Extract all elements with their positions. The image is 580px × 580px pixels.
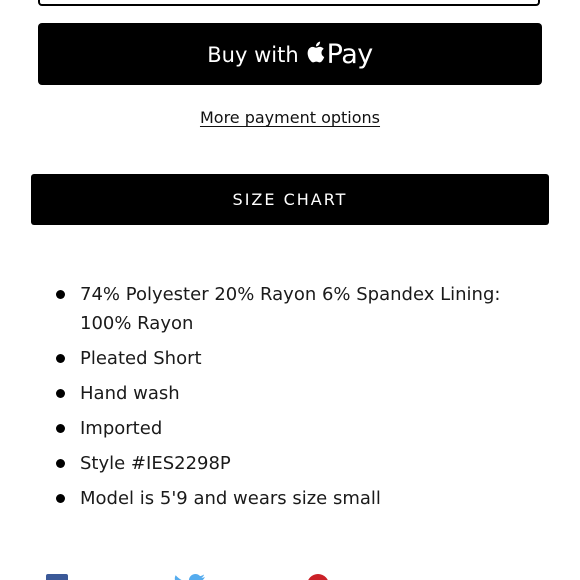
- feature-item: Hand wash: [56, 379, 526, 408]
- product-feature-list: 74% Polyester 20% Rayon 6% Spandex Linin…: [56, 280, 526, 519]
- feature-item: Pleated Short: [56, 344, 526, 373]
- apple-pay-brand-label: Pay: [326, 38, 374, 70]
- apple-logo-icon: [305, 40, 325, 64]
- more-payment-options-link[interactable]: More payment options: [200, 108, 380, 127]
- feature-text: Model is 5'9 and wears size small: [80, 488, 381, 509]
- bullet-icon: [56, 389, 65, 398]
- add-to-cart-button[interactable]: [38, 0, 540, 6]
- social-share-row: [0, 568, 580, 580]
- size-chart-button[interactable]: SIZE CHART: [31, 174, 549, 225]
- bullet-icon: [56, 459, 65, 468]
- buy-with-apple-pay-button[interactable]: Buy with Pay: [38, 23, 542, 85]
- feature-text: Hand wash: [80, 383, 180, 404]
- more-payment-options-container: More payment options: [0, 108, 580, 127]
- product-details-page: Buy with Pay More payment options SIZE C…: [0, 0, 580, 580]
- pinterest-icon[interactable]: [307, 574, 329, 580]
- apple-pay-prefix-label: Buy with: [207, 43, 299, 67]
- bullet-icon: [56, 424, 65, 433]
- feature-text: Style #IES2298P: [80, 453, 231, 474]
- twitter-icon[interactable]: [172, 574, 206, 580]
- feature-text: 74% Polyester 20% Rayon 6% Spandex Linin…: [80, 284, 501, 334]
- facebook-icon[interactable]: [46, 574, 68, 580]
- feature-item: Model is 5'9 and wears size small: [56, 484, 526, 513]
- feature-text: Pleated Short: [80, 348, 202, 369]
- feature-item: Style #IES2298P: [56, 449, 526, 478]
- feature-item: 74% Polyester 20% Rayon 6% Spandex Linin…: [56, 280, 526, 338]
- feature-item: Imported: [56, 414, 526, 443]
- bullet-icon: [56, 354, 65, 363]
- bullet-icon: [56, 290, 65, 299]
- bullet-icon: [56, 494, 65, 503]
- feature-text: Imported: [80, 418, 163, 439]
